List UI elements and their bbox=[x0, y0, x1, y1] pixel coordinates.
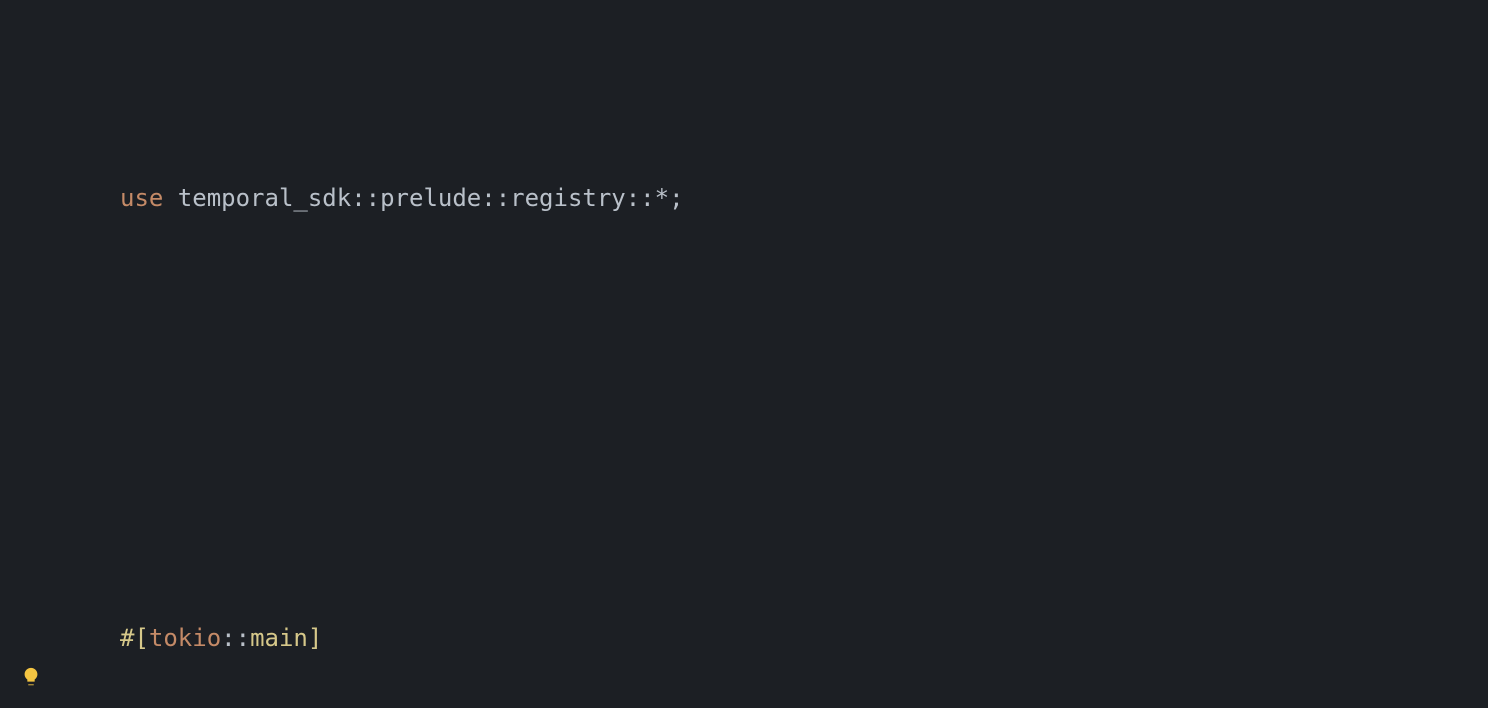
code-line[interactable] bbox=[120, 396, 1488, 440]
code-line[interactable]: use temporal_sdk::prelude::registry::*; bbox=[120, 176, 1488, 220]
code-line[interactable]: #[tokio::main] bbox=[120, 616, 1488, 660]
keyword-use: use bbox=[120, 184, 163, 212]
code-editor[interactable]: use temporal_sdk::prelude::registry::*; … bbox=[0, 0, 1488, 708]
lightbulb-icon[interactable] bbox=[20, 666, 42, 688]
gutter bbox=[0, 0, 60, 708]
code-area[interactable]: use temporal_sdk::prelude::registry::*; … bbox=[120, 0, 1488, 708]
